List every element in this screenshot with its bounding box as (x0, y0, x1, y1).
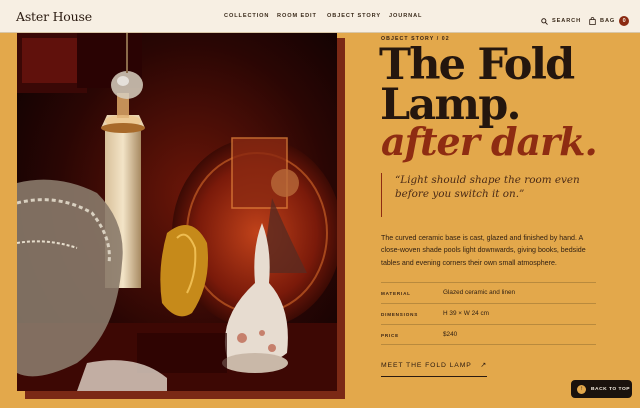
top-nav: Aster House COLLECTION ROOM EDIT OBJECT … (0, 0, 640, 33)
spec-row-price: PRICE $240 (381, 324, 596, 345)
spec-table: MATERIAL Glazed ceramic and linen DIMENS… (381, 282, 596, 345)
nav-link-room-edit[interactable]: ROOM EDIT (277, 13, 317, 19)
spec-label: PRICE (381, 333, 400, 338)
spec-label: DIMENSIONS (381, 312, 419, 317)
spec-row-dimensions: DIMENSIONS H 39 × W 24 cm (381, 303, 596, 324)
meet-the-lamp-link[interactable]: MEET THE FOLD LAMP ↗ (381, 362, 487, 377)
pull-quote-line-1: “Light should shape the room even (395, 174, 580, 186)
arrow-up-right-icon: ↗ (480, 362, 487, 369)
bag-label: BAG (600, 18, 616, 24)
pull-quote: “Light should shape the room even before… (381, 173, 596, 217)
back-to-top-button[interactable]: ↑ BACK TO TOP (571, 380, 632, 398)
cta-label: MEET THE FOLD LAMP (381, 362, 472, 369)
arrow-up-icon: ↑ (577, 384, 586, 394)
search-button[interactable]: SEARCH (541, 12, 581, 30)
search-label: SEARCH (552, 18, 582, 24)
spec-value: Glazed ceramic and linen (443, 289, 516, 296)
back-to-top-label: BACK TO TOP (591, 386, 631, 392)
spec-value: $240 (443, 331, 458, 338)
spec-row-material: MATERIAL Glazed ceramic and linen (381, 282, 596, 303)
bag-icon (589, 12, 596, 30)
hero-photo-illustration (17, 33, 337, 391)
nav-link-collection[interactable]: COLLECTION (224, 13, 269, 19)
hero-photo (17, 33, 337, 391)
title-line-3-accent: after dark. (381, 119, 598, 164)
spec-label: MATERIAL (381, 291, 411, 296)
story-body: The curved ceramic base is cast, glazed … (381, 234, 586, 267)
nav-link-journal[interactable]: JOURNAL (389, 13, 422, 19)
spec-value: H 39 × W 24 cm (443, 310, 489, 317)
pull-quote-line-2: before you switch it on.” (395, 188, 525, 200)
nav-link-object-story[interactable]: OBJECT STORY (327, 13, 381, 19)
search-icon (541, 12, 548, 30)
bag-count-badge: 0 (619, 16, 630, 26)
bag-button[interactable]: BAG 0 (589, 12, 630, 30)
